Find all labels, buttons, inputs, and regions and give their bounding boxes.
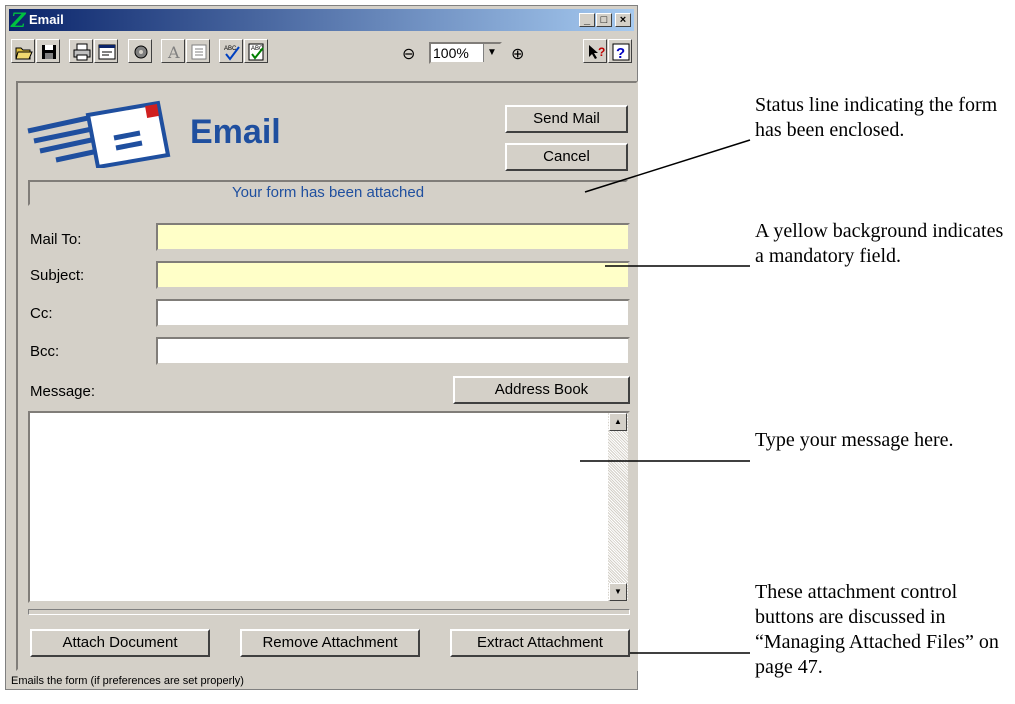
callout-line-status — [584, 139, 751, 193]
annotation-status: Status line indicating the form has been… — [755, 94, 998, 141]
annotation-message: Type your message here. — [755, 429, 954, 451]
annotation-yellow: A yellow background indicates a mandator… — [755, 220, 1004, 267]
annotation-attachments: These attachment control buttons are dis… — [755, 581, 999, 678]
